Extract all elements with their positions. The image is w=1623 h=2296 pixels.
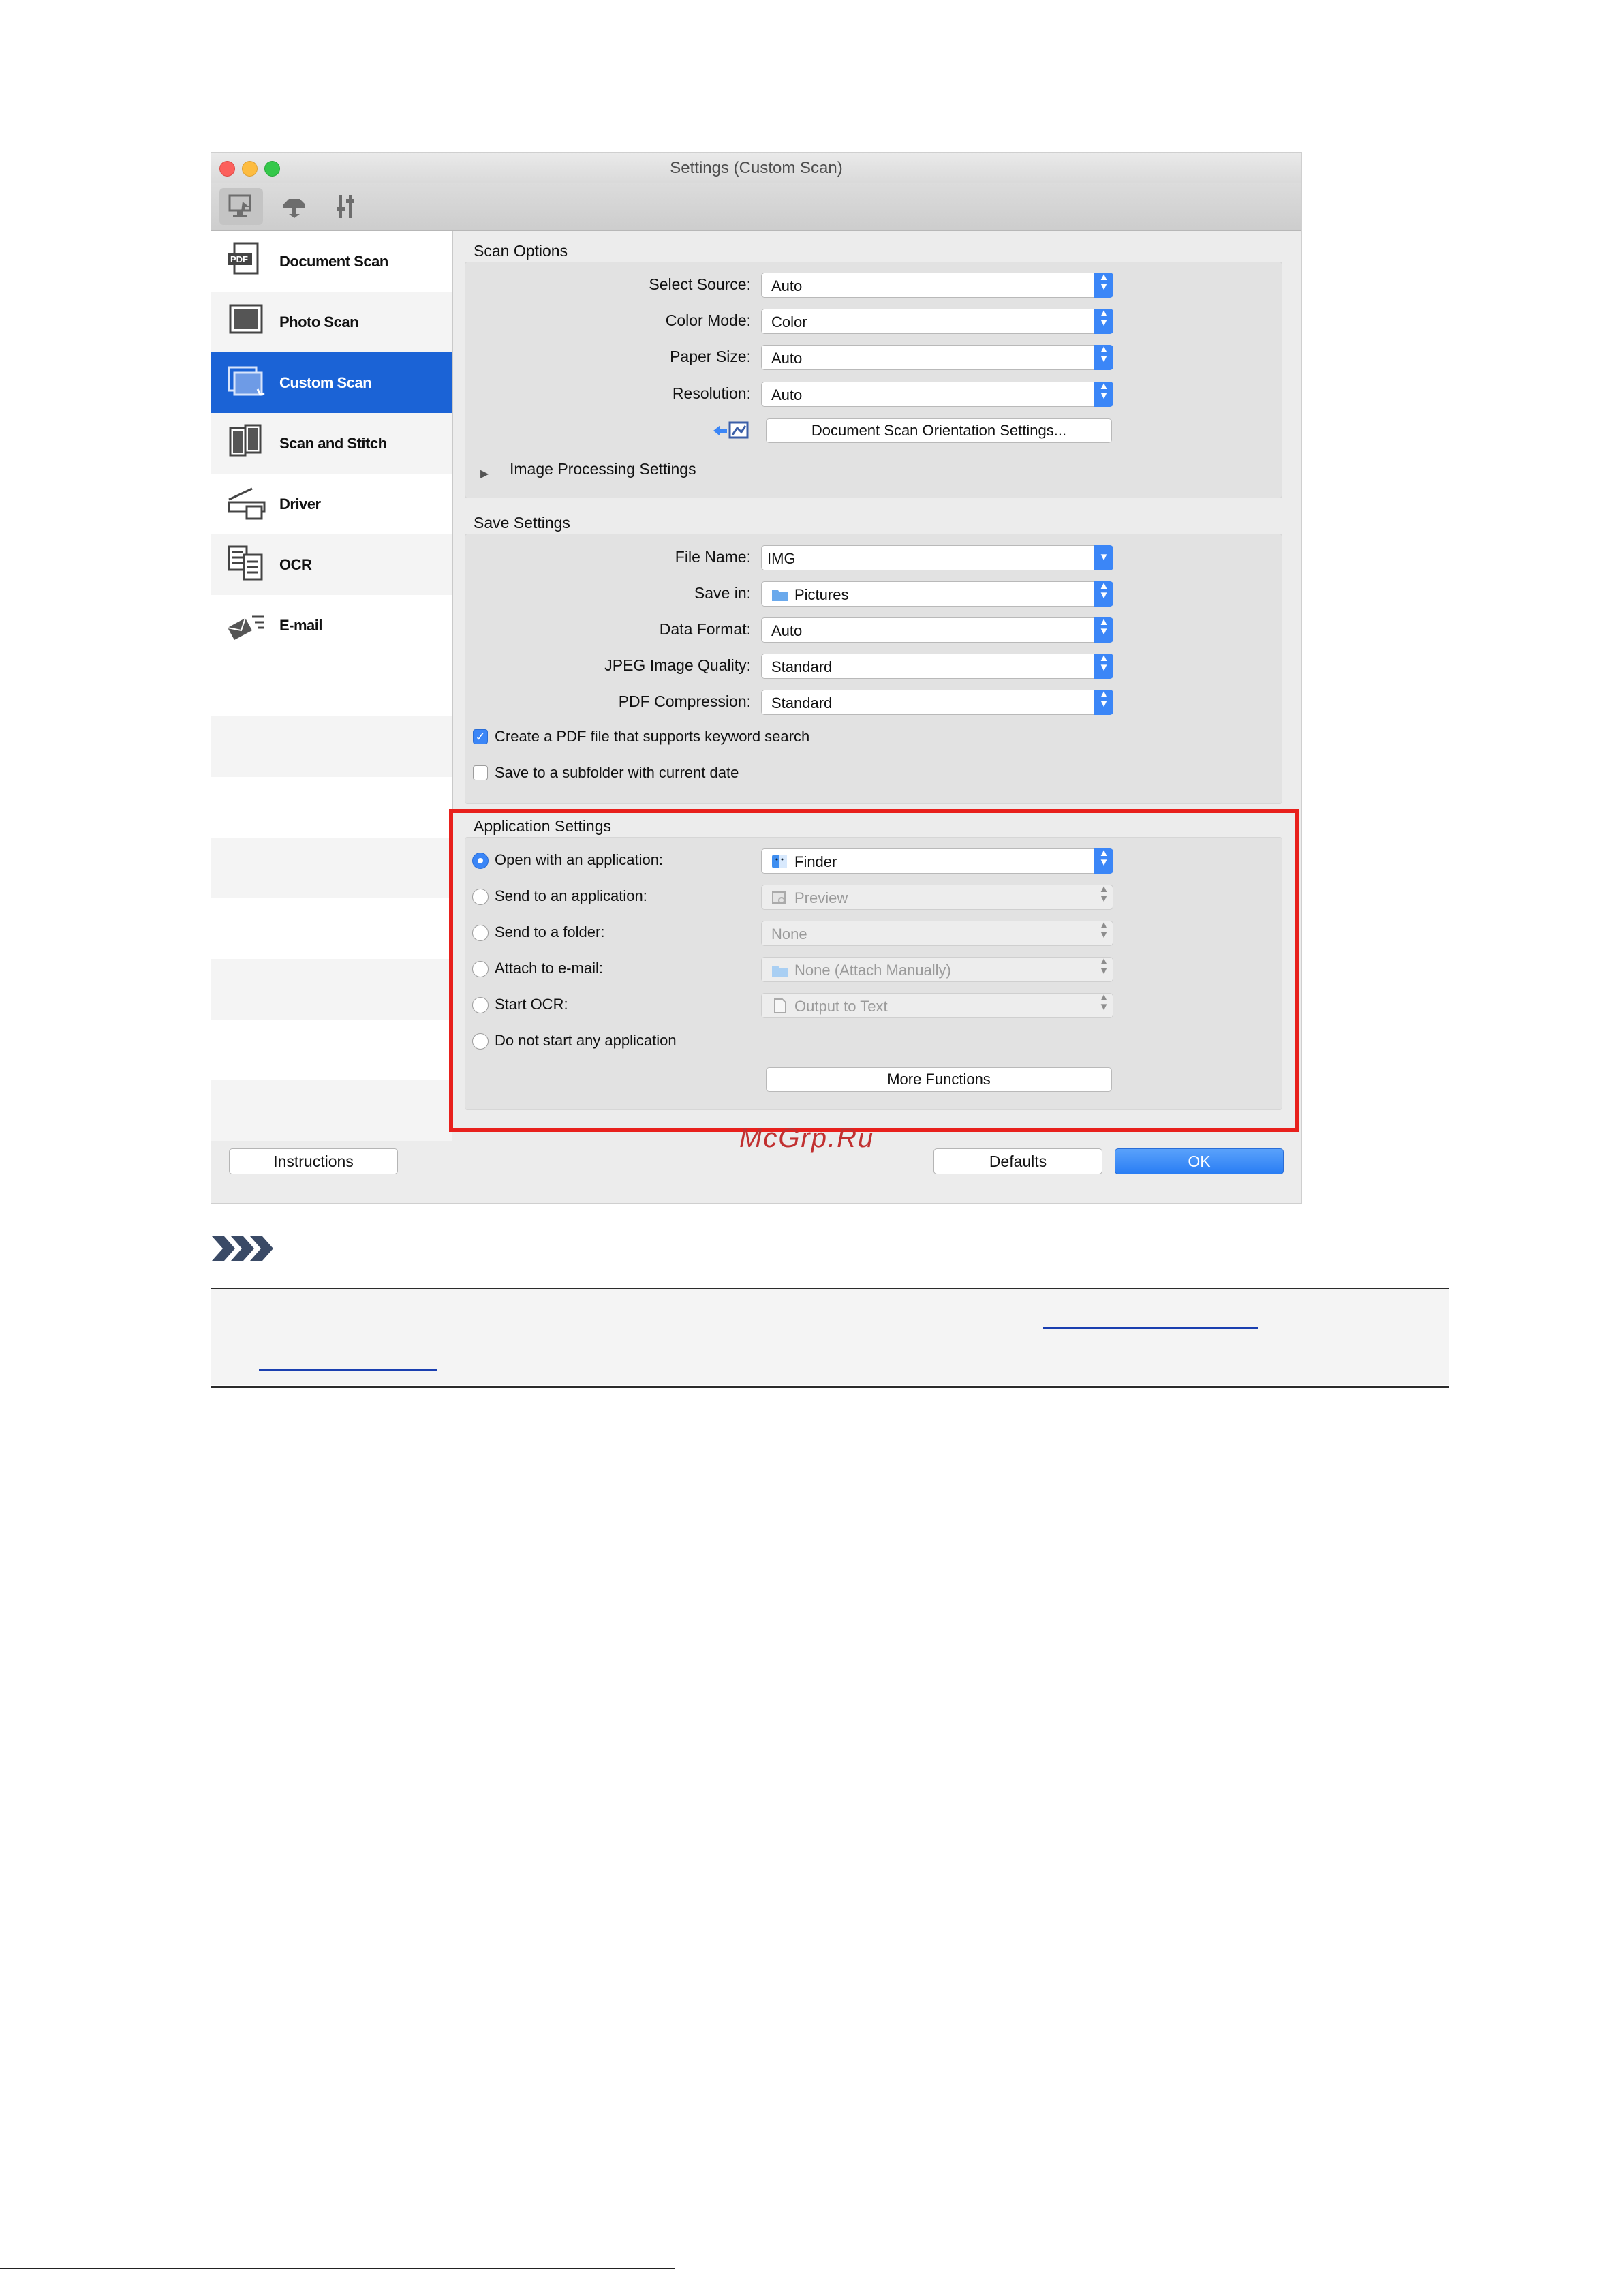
sidebar-item-driver[interactable]: Driver [211,474,452,534]
up-down-chevron-icon: ▲ ▼ [1094,272,1113,298]
sidebar-empty-row [211,898,452,959]
data-format-value: Auto [771,622,803,639]
watermark: McGrp.Ru [739,1123,875,1153]
pdf-compression-value: Standard [771,694,833,711]
ok-button[interactable]: OK [1115,1148,1284,1174]
select-source-popup[interactable]: Auto ▲ ▼ [761,272,1113,298]
resolution-popup[interactable]: Auto ▲ ▼ [761,381,1113,407]
up-down-chevron-icon: ▲ ▼ [1094,381,1113,407]
photo-icon [229,304,263,334]
title-bar: Settings (Custom Scan) [211,153,1301,183]
jpeg-quality-value: Standard [771,658,833,675]
sidebar-item-label: Document Scan [279,253,388,270]
paper-size-value: Auto [771,350,803,367]
sidebar-item-label: Driver [279,495,321,512]
email-icon [227,615,264,640]
window-title: Settings (Custom Scan) [670,159,843,177]
color-mode-popup[interactable]: Color ▲ ▼ [761,308,1113,334]
jpeg-quality-popup[interactable]: Standard ▲ ▼ [761,653,1113,679]
file-name-combobox[interactable]: IMG ▼ [761,545,1113,570]
pdf-document-icon: PDF [228,242,259,275]
note-link-underline[interactable] [259,1369,437,1371]
save-in-label: Save in: [694,584,751,602]
note-link-underline[interactable] [1043,1327,1258,1329]
orientation-icon [713,421,749,439]
folder-icon [772,590,788,601]
stitch-icon [229,424,262,457]
ocr-icon [228,545,263,581]
paper-size-label: Paper Size: [670,348,751,365]
color-mode-label: Color Mode: [665,311,751,329]
scanner-driver-icon [228,487,266,520]
disclosure-triangle-icon[interactable]: ▶ [480,467,489,480]
sidebar-item-scan-and-stitch[interactable]: Scan and Stitch [211,413,452,474]
data-format-label: Data Format: [659,620,751,638]
sidebar-empty-row [211,838,452,898]
tab-scan-from-operation-panel[interactable] [273,188,316,225]
keyword-search-label: Create a PDF file that supports keyword … [495,728,810,745]
operation-panel-icon [283,199,305,218]
up-down-chevron-icon: ▲ ▼ [1094,653,1113,679]
resolution-value: Auto [771,386,803,403]
sidebar-item-label: OCR [279,556,312,573]
footer-rule [0,2268,675,2269]
save-in-value: Pictures [794,586,849,603]
general-settings-icon [337,195,354,218]
save-in-popup[interactable]: Pictures ▲ ▼ [761,581,1113,607]
up-down-chevron-icon: ▲ ▼ [1094,617,1113,643]
scan-options-title: Scan Options [474,242,568,260]
instructions-button[interactable]: Instructions [229,1148,398,1174]
up-down-chevron-icon: ▲ ▼ [1094,689,1113,715]
custom-scan-icon [228,366,265,396]
up-down-chevron-icon: ▲ ▼ [1094,581,1113,607]
subfolder-checkbox[interactable] [473,765,488,780]
save-settings-title: Save Settings [474,514,570,532]
scan-mode-sidebar: PDF Document Scan Photo Scan Custom Scan [211,231,453,1141]
paper-size-popup[interactable]: Auto ▲ ▼ [761,344,1113,370]
up-down-chevron-icon: ▲ ▼ [1094,308,1113,334]
svg-text:PDF: PDF [230,254,248,264]
file-name-label: File Name: [675,548,751,566]
pdf-compression-popup[interactable]: Standard ▲ ▼ [761,689,1113,715]
sidebar-empty-row [211,1080,452,1141]
keyword-search-checkbox[interactable]: ✓ [473,729,488,744]
pdf-compression-label: PDF Compression: [618,692,751,710]
settings-window: Settings (Custom Scan) PDF Document Scan… [211,152,1302,1204]
defaults-button[interactable]: Defaults [933,1148,1102,1174]
resolution-label: Resolution: [672,384,751,402]
sidebar-item-label: Custom Scan [279,374,372,391]
sidebar-item-label: E-mail [279,617,323,634]
file-name-value: IMG [767,550,796,567]
computer-scan-icon [228,194,251,217]
sidebar-empty-row [211,1020,452,1080]
highlight-frame [449,809,1299,1132]
color-mode-value: Color [771,313,807,331]
note-bottom-rule [211,1386,1449,1388]
sidebar-empty-row [211,716,452,777]
image-processing-settings-toggle[interactable]: Image Processing Settings [510,460,696,478]
data-format-popup[interactable]: Auto ▲ ▼ [761,617,1113,643]
tab-scan-from-computer[interactable] [219,188,263,225]
subfolder-label: Save to a subfolder with current date [495,764,739,781]
sidebar-item-label: Scan and Stitch [279,435,387,452]
document-scan-orientation-settings-button[interactable]: Document Scan Orientation Settings... [766,418,1112,443]
chevron-down-icon: ▼ [1094,545,1113,570]
sidebar-item-label: Photo Scan [279,313,359,331]
tab-general-settings[interactable] [324,188,368,225]
sidebar-empty-row [211,959,452,1020]
select-source-label: Select Source: [649,275,751,293]
jpeg-quality-label: JPEG Image Quality: [604,656,751,674]
toolbar [211,183,1301,231]
sidebar-empty-row [211,777,452,838]
up-down-chevron-icon: ▲ ▼ [1094,344,1113,370]
note-icon [212,1236,273,1261]
select-source-value: Auto [771,277,803,294]
